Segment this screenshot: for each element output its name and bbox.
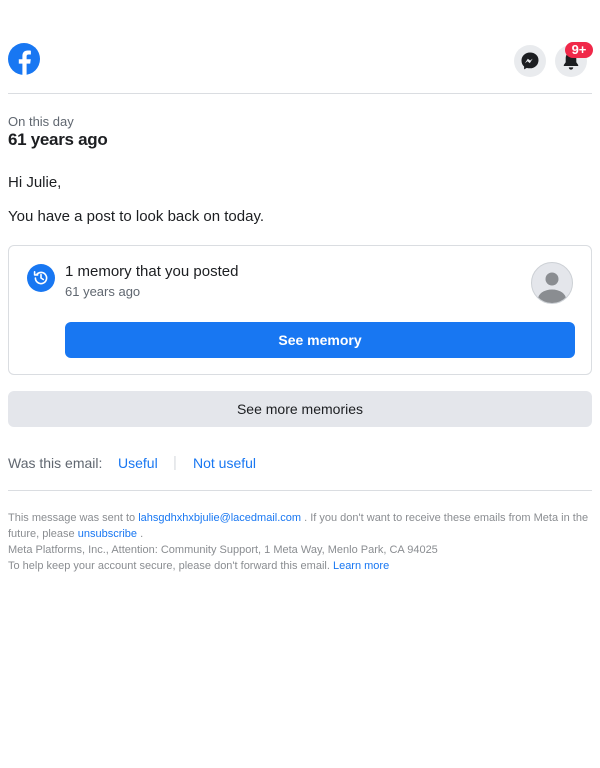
notification-badge: 9+ [565,42,593,58]
footer: This message was sent to lahsgdhxhxbjuli… [8,510,592,574]
footer-security-line: To help keep your account secure, please… [8,558,592,574]
footer-divider [8,490,592,491]
see-more-memories-button[interactable]: See more memories [8,391,592,427]
recipient-email-link[interactable]: lahsgdhxhxbjulie@lacedmail.com [138,512,301,524]
footer-security-note: To help keep your account secure, please… [8,560,330,572]
footer-address: Meta Platforms, Inc., Attention: Communi… [8,544,438,556]
memory-subtitle: 61 years ago [65,284,141,299]
messenger-button[interactable] [514,45,546,77]
useful-link[interactable]: Useful [118,455,158,471]
greeting-text: Hi Julie, [8,174,62,191]
feedback-separator: | [173,454,177,471]
header-divider [8,93,592,94]
facebook-logo-icon[interactable] [8,43,40,75]
feedback-prompt: Was this email: [8,455,103,471]
history-clock-icon [27,264,55,292]
kicker-label: On this day [8,114,74,129]
memory-card[interactable]: 1 memory that you posted 61 years ago Se… [8,245,592,375]
memory-title: 1 memory that you posted [65,263,239,280]
messenger-icon [521,52,539,70]
email-header: 9+ [8,42,593,78]
learn-more-link[interactable]: Learn more [333,560,389,572]
not-useful-link[interactable]: Not useful [193,455,256,471]
see-memory-button[interactable]: See memory [65,322,575,358]
unsubscribe-link[interactable]: unsubscribe [78,528,137,540]
default-avatar-icon [531,262,573,304]
footer-sent-line: This message was sent to lahsgdhxhxbjuli… [8,510,592,542]
intro-text: You have a post to look back on today. [8,208,265,225]
footer-period: . [140,528,144,540]
footer-sent-prefix: This message was sent to [8,512,136,524]
page-title: 61 years ago [8,130,108,149]
